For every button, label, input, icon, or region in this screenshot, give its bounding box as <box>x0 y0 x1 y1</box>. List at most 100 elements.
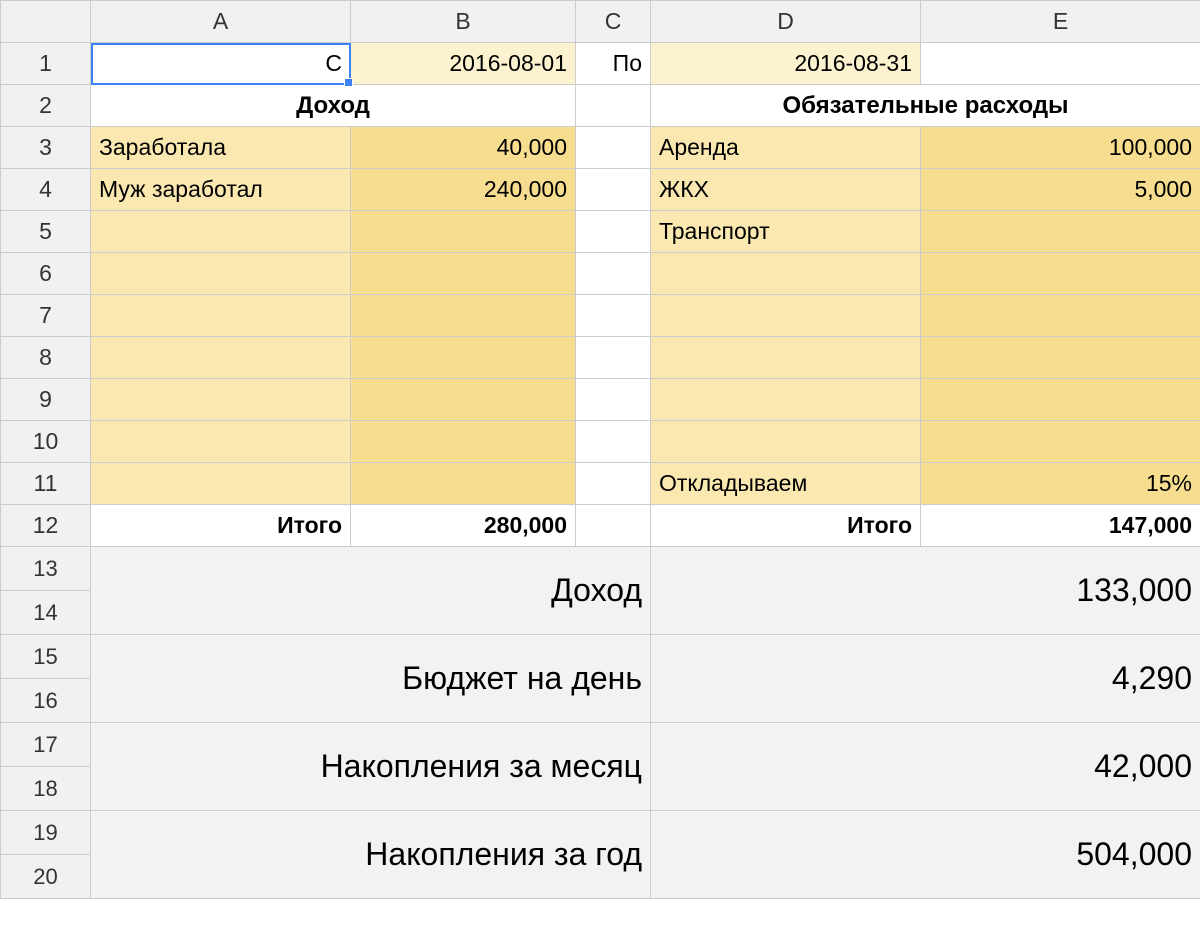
cell-e1[interactable] <box>921 43 1200 85</box>
cell-e6[interactable] <box>921 253 1200 295</box>
row-header-7[interactable]: 7 <box>1 295 91 337</box>
row-header-2[interactable]: 2 <box>1 85 91 127</box>
cell-c1[interactable]: По <box>576 43 651 85</box>
cell-d7[interactable] <box>651 295 921 337</box>
cell-b1[interactable]: 2016-08-01 <box>351 43 576 85</box>
row-header-10[interactable]: 10 <box>1 421 91 463</box>
row-header-13[interactable]: 13 <box>1 547 91 591</box>
cell-b6[interactable] <box>351 253 576 295</box>
row-12[interactable]: 12 Итого 280,000 Итого 147,000 <box>1 505 1200 547</box>
row-header-9[interactable]: 9 <box>1 379 91 421</box>
summary-label-2[interactable]: Накопления за месяц <box>91 723 651 811</box>
cell-b10[interactable] <box>351 421 576 463</box>
save-value[interactable]: 15% <box>921 463 1200 505</box>
row-header-20[interactable]: 20 <box>1 855 91 899</box>
cell-c5[interactable] <box>576 211 651 253</box>
summary-label-3[interactable]: Накопления за год <box>91 811 651 899</box>
summary-label-0[interactable]: Доход <box>91 547 651 635</box>
cell-c11[interactable] <box>576 463 651 505</box>
cell-c9[interactable] <box>576 379 651 421</box>
expense-item-value[interactable]: 5,000 <box>921 169 1200 211</box>
cell-c8[interactable] <box>576 337 651 379</box>
income-item-value[interactable]: 40,000 <box>351 127 576 169</box>
row-9[interactable]: 9 <box>1 379 1200 421</box>
cell-e7[interactable] <box>921 295 1200 337</box>
cell-c7[interactable] <box>576 295 651 337</box>
cell-b11[interactable] <box>351 463 576 505</box>
cell-d6[interactable] <box>651 253 921 295</box>
cell-d1[interactable]: 2016-08-31 <box>651 43 921 85</box>
cell-a10[interactable] <box>91 421 351 463</box>
row-4[interactable]: 4 Муж заработал 240,000 ЖКХ 5,000 <box>1 169 1200 211</box>
cell-c2[interactable] <box>576 85 651 127</box>
col-header-c[interactable]: C <box>576 1 651 43</box>
row-19[interactable]: 19 Накопления за год 504,000 <box>1 811 1200 855</box>
expense-total-label[interactable]: Итого <box>651 505 921 547</box>
income-item-value[interactable]: 240,000 <box>351 169 576 211</box>
row-header-4[interactable]: 4 <box>1 169 91 211</box>
row-5[interactable]: 5 Транспорт <box>1 211 1200 253</box>
expense-item-value[interactable] <box>921 211 1200 253</box>
row-header-5[interactable]: 5 <box>1 211 91 253</box>
income-total-value[interactable]: 280,000 <box>351 505 576 547</box>
cell-c4[interactable] <box>576 169 651 211</box>
cell-b9[interactable] <box>351 379 576 421</box>
summary-label-1[interactable]: Бюджет на день <box>91 635 651 723</box>
cell-c10[interactable] <box>576 421 651 463</box>
col-header-e[interactable]: E <box>921 1 1200 43</box>
summary-value-0[interactable]: 133,000 <box>651 547 1200 635</box>
cell-e10[interactable] <box>921 421 1200 463</box>
cell-d9[interactable] <box>651 379 921 421</box>
row-header-11[interactable]: 11 <box>1 463 91 505</box>
expense-item-label[interactable]: Аренда <box>651 127 921 169</box>
cell-a6[interactable] <box>91 253 351 295</box>
cell-c12[interactable] <box>576 505 651 547</box>
cell-b8[interactable] <box>351 337 576 379</box>
save-label[interactable]: Откладываем <box>651 463 921 505</box>
row-2[interactable]: 2 Доход Обязательные расходы <box>1 85 1200 127</box>
income-item-label[interactable]: Муж заработал <box>91 169 351 211</box>
income-item-label[interactable]: Заработала <box>91 127 351 169</box>
row-header-12[interactable]: 12 <box>1 505 91 547</box>
col-header-d[interactable]: D <box>651 1 921 43</box>
cell-a5[interactable] <box>91 211 351 253</box>
cell-b5[interactable] <box>351 211 576 253</box>
row-8[interactable]: 8 <box>1 337 1200 379</box>
row-3[interactable]: 3 Заработала 40,000 Аренда 100,000 <box>1 127 1200 169</box>
row-15[interactable]: 15 Бюджет на день 4,290 <box>1 635 1200 679</box>
cell-d10[interactable] <box>651 421 921 463</box>
expense-item-label[interactable]: ЖКХ <box>651 169 921 211</box>
cell-a9[interactable] <box>91 379 351 421</box>
row-13[interactable]: 13 Доход 133,000 <box>1 547 1200 591</box>
row-6[interactable]: 6 <box>1 253 1200 295</box>
grid[interactable]: A B C D E 1 С 2016-08-01 По 2016-08-31 2… <box>0 0 1200 899</box>
cell-b7[interactable] <box>351 295 576 337</box>
cell-c3[interactable] <box>576 127 651 169</box>
cell-d8[interactable] <box>651 337 921 379</box>
select-all-corner[interactable] <box>1 1 91 43</box>
cell-c6[interactable] <box>576 253 651 295</box>
row-header-19[interactable]: 19 <box>1 811 91 855</box>
col-header-a[interactable]: A <box>91 1 351 43</box>
row-1[interactable]: 1 С 2016-08-01 По 2016-08-31 <box>1 43 1200 85</box>
row-header-16[interactable]: 16 <box>1 679 91 723</box>
row-header-1[interactable]: 1 <box>1 43 91 85</box>
cell-a8[interactable] <box>91 337 351 379</box>
row-header-8[interactable]: 8 <box>1 337 91 379</box>
cell-e9[interactable] <box>921 379 1200 421</box>
row-7[interactable]: 7 <box>1 295 1200 337</box>
row-header-17[interactable]: 17 <box>1 723 91 767</box>
row-header-14[interactable]: 14 <box>1 591 91 635</box>
row-17[interactable]: 17 Накопления за месяц 42,000 <box>1 723 1200 767</box>
col-header-b[interactable]: B <box>351 1 576 43</box>
summary-value-1[interactable]: 4,290 <box>651 635 1200 723</box>
row-header-18[interactable]: 18 <box>1 767 91 811</box>
summary-value-2[interactable]: 42,000 <box>651 723 1200 811</box>
income-total-label[interactable]: Итого <box>91 505 351 547</box>
row-header-6[interactable]: 6 <box>1 253 91 295</box>
summary-value-3[interactable]: 504,000 <box>651 811 1200 899</box>
expense-total-value[interactable]: 147,000 <box>921 505 1200 547</box>
row-10[interactable]: 10 <box>1 421 1200 463</box>
column-header-row[interactable]: A B C D E <box>1 1 1200 43</box>
row-11[interactable]: 11 Откладываем 15% <box>1 463 1200 505</box>
